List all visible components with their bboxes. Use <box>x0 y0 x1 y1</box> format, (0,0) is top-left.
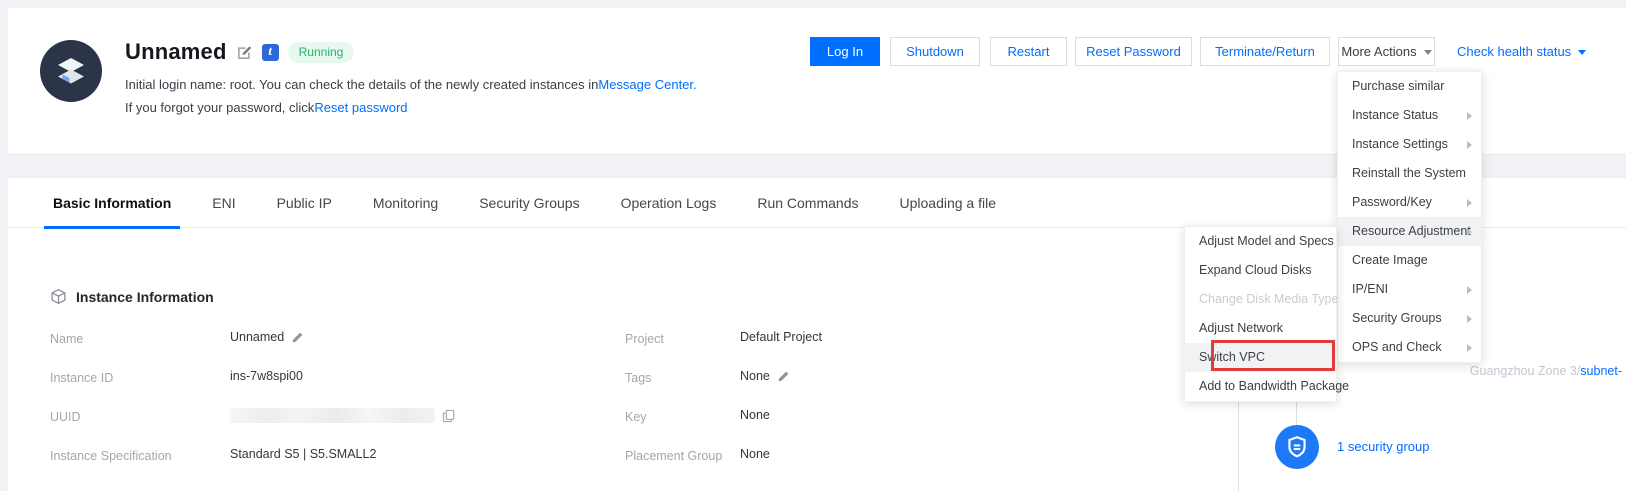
field-label-name: Name <box>50 332 83 346</box>
shutdown-button[interactable]: Shutdown <box>890 37 980 66</box>
edit-icon[interactable] <box>777 370 790 383</box>
more-actions-label: More Actions <box>1341 44 1416 59</box>
tab-operation-logs[interactable]: Operation Logs <box>621 178 717 228</box>
zone-subnet-text: Guangzhou Zone 3/subnet- <box>1470 364 1622 378</box>
cube-stack-icon <box>53 53 89 89</box>
field-value-tags: None <box>740 369 790 383</box>
menu-item-label: OPS and Check <box>1352 340 1442 354</box>
check-health-label: Check health status <box>1457 44 1571 59</box>
more-actions-menu: Purchase similar Instance Status Instanc… <box>1337 71 1482 363</box>
security-group-node[interactable] <box>1275 425 1319 469</box>
instance-info-icon <box>50 288 67 305</box>
topology-connector-line <box>1296 400 1297 425</box>
login-hint-line1: Initial login name: root. You can check … <box>125 77 598 92</box>
security-group-link[interactable]: 1 security group <box>1337 439 1430 454</box>
terminate-return-button[interactable]: Terminate/Return <box>1200 37 1330 66</box>
submenu-arrow-icon <box>1467 344 1472 352</box>
name-value-text: Unnamed <box>230 330 284 344</box>
submenu-arrow-icon <box>1467 228 1472 236</box>
edit-name-icon[interactable] <box>236 44 253 61</box>
tab-eni[interactable]: ENI <box>212 178 235 228</box>
topology-connector-line <box>1238 400 1239 491</box>
field-value-placement-group: None <box>740 447 770 461</box>
field-label-placement-group: Placement Group <box>625 449 722 463</box>
menu-item-purchase-similar[interactable]: Purchase similar <box>1338 72 1481 101</box>
reset-password-link[interactable]: Reset password <box>314 100 407 115</box>
menu-item-label: Resource Adjustment <box>1352 224 1471 238</box>
field-value-instance-specification: Standard S5 | S5.SMALL2 <box>230 447 376 461</box>
field-value-instance-id: ins-7w8spi00 <box>230 369 303 383</box>
submenu-arrow-icon <box>1467 112 1472 120</box>
status-badge: Running <box>288 42 355 63</box>
message-center-link[interactable]: Message Center. <box>598 77 696 92</box>
menu-item-ops-and-check[interactable]: OPS and Check <box>1338 333 1481 362</box>
reset-password-button[interactable]: Reset Password <box>1075 37 1192 66</box>
menu-item-label: IP/ENI <box>1352 282 1388 296</box>
menu-item-instance-status[interactable]: Instance Status <box>1338 101 1481 130</box>
check-health-status-link[interactable]: Check health status <box>1457 44 1586 59</box>
log-in-button[interactable]: Log In <box>810 37 880 66</box>
field-value-name: Unnamed <box>230 330 304 344</box>
menu-item-label: Instance Status <box>1352 108 1438 122</box>
tags-value-text: None <box>740 369 770 383</box>
submenu-arrow-icon <box>1467 199 1472 207</box>
field-value-key: None <box>740 408 770 422</box>
instance-name-title: Unnamed <box>125 39 227 65</box>
menu-item-security-groups[interactable]: Security Groups <box>1338 304 1481 333</box>
tab-basic-information[interactable]: Basic Information <box>53 178 171 228</box>
menu-item-label: Instance Settings <box>1352 137 1448 151</box>
tab-security-groups[interactable]: Security Groups <box>479 178 579 228</box>
field-label-instance-id: Instance ID <box>50 371 113 385</box>
subnet-link[interactable]: subnet- <box>1580 364 1622 378</box>
menu-item-create-image[interactable]: Create Image <box>1338 246 1481 275</box>
edit-icon[interactable] <box>291 331 304 344</box>
menu-item-label: Security Groups <box>1352 311 1442 325</box>
tab-public-ip[interactable]: Public IP <box>277 178 332 228</box>
submenu-item-adjust-network[interactable]: Adjust Network <box>1185 314 1336 343</box>
redacted-uuid-block <box>230 408 435 423</box>
field-label-uuid: UUID <box>50 410 81 424</box>
submenu-arrow-icon <box>1467 286 1472 294</box>
menu-item-resource-adjustment[interactable]: Resource Adjustment <box>1338 217 1481 246</box>
menu-item-ip-eni[interactable]: IP/ENI <box>1338 275 1481 304</box>
caret-down-icon <box>1424 50 1432 55</box>
field-label-key: Key <box>625 410 647 424</box>
login-hint-text: Initial login name: root. You can check … <box>125 77 697 92</box>
field-label-instance-specification: Instance Specification <box>50 449 172 463</box>
copy-icon[interactable] <box>442 409 455 423</box>
shield-icon <box>1284 434 1310 460</box>
submenu-item-add-to-bandwidth-package[interactable]: Add to Bandwidth Package <box>1185 372 1336 401</box>
password-hint-line2: If you forgot your password, click <box>125 100 314 115</box>
tab-uploading-a-file[interactable]: Uploading a file <box>899 178 996 228</box>
menu-item-label: Password/Key <box>1352 195 1432 209</box>
submenu-item-change-disk-media-type: Change Disk Media Type <box>1185 285 1336 314</box>
tag-icon[interactable]: t <box>262 44 279 61</box>
tab-monitoring[interactable]: Monitoring <box>373 178 438 228</box>
more-actions-button[interactable]: More Actions <box>1338 37 1435 66</box>
resource-adjustment-submenu: Adjust Model and Specs Expand Cloud Disk… <box>1184 226 1337 402</box>
password-hint-text: If you forgot your password, clickReset … <box>125 100 408 115</box>
tab-run-commands[interactable]: Run Commands <box>757 178 858 228</box>
field-value-uuid <box>230 408 455 423</box>
field-label-tags: Tags <box>625 371 651 385</box>
submenu-item-switch-vpc[interactable]: Switch VPC <box>1185 343 1336 372</box>
menu-item-reinstall-the-system[interactable]: Reinstall the System <box>1338 159 1481 188</box>
submenu-arrow-icon <box>1467 141 1472 149</box>
section-title-instance-information: Instance Information <box>76 289 214 305</box>
restart-button[interactable]: Restart <box>990 37 1067 66</box>
instance-avatar <box>40 40 102 102</box>
field-label-project: Project <box>625 332 664 346</box>
field-value-project: Default Project <box>740 330 822 344</box>
menu-item-password-key[interactable]: Password/Key <box>1338 188 1481 217</box>
zone-text: Guangzhou Zone 3/ <box>1470 364 1581 378</box>
submenu-item-expand-cloud-disks[interactable]: Expand Cloud Disks <box>1185 256 1336 285</box>
menu-item-instance-settings[interactable]: Instance Settings <box>1338 130 1481 159</box>
submenu-item-adjust-model-and-specs[interactable]: Adjust Model and Specs <box>1185 227 1336 256</box>
submenu-arrow-icon <box>1467 315 1472 323</box>
caret-down-icon <box>1578 50 1586 55</box>
